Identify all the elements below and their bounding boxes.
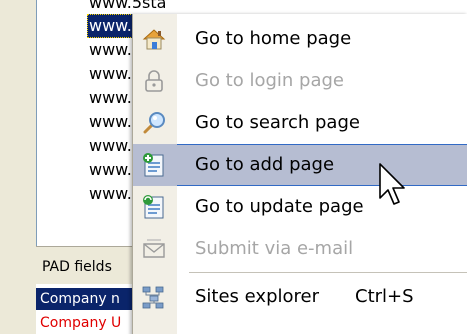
table-row-selected[interactable]: Company n [36,288,140,310]
lock-icon [141,68,167,94]
menu-item-login-page[interactable]: Go to login page [133,60,467,102]
table-row[interactable]: Company U [36,312,140,334]
menu-item-shortcut: Ctrl+S [355,286,414,307]
mail-icon [141,236,167,262]
menu-item-label: Submit via e-mail [195,238,354,259]
menu-item-label: Go to home page [195,28,352,49]
update-page-icon [141,194,167,220]
app-window: www.5sta www.as www.da www.do www.do www… [0,0,467,334]
menu-item-submit-email[interactable]: Submit via e-mail [133,228,467,270]
menu-item-label: Go to login page [195,70,345,91]
context-menu: Go to home page Go to login page Go to s… [132,14,467,334]
sites-explorer-icon [141,284,167,310]
menu-item-label: Sites explorer [195,286,319,307]
mouse-pointer-icon [378,162,408,212]
menu-item-home-page[interactable]: Go to home page [133,18,467,60]
menu-item-label: Go to add page [195,154,335,175]
menu-item-label: Go to update page [195,196,364,217]
menu-item-add-page[interactable]: Go to add page [133,144,467,186]
magnifier-icon [141,110,167,136]
menu-separator [189,272,467,273]
menu-item-label: Go to search page [195,112,360,133]
menu-item-search-page[interactable]: Go to search page [133,102,467,144]
home-icon [141,26,167,52]
list-item[interactable]: www.5sta [87,0,171,14]
menu-item-update-page[interactable]: Go to update page [133,186,467,228]
tab-pad-fields[interactable]: PAD fields [40,255,142,279]
menu-item-sites-explorer[interactable]: Sites explorer Ctrl+S [133,276,467,318]
add-page-icon [141,152,167,178]
